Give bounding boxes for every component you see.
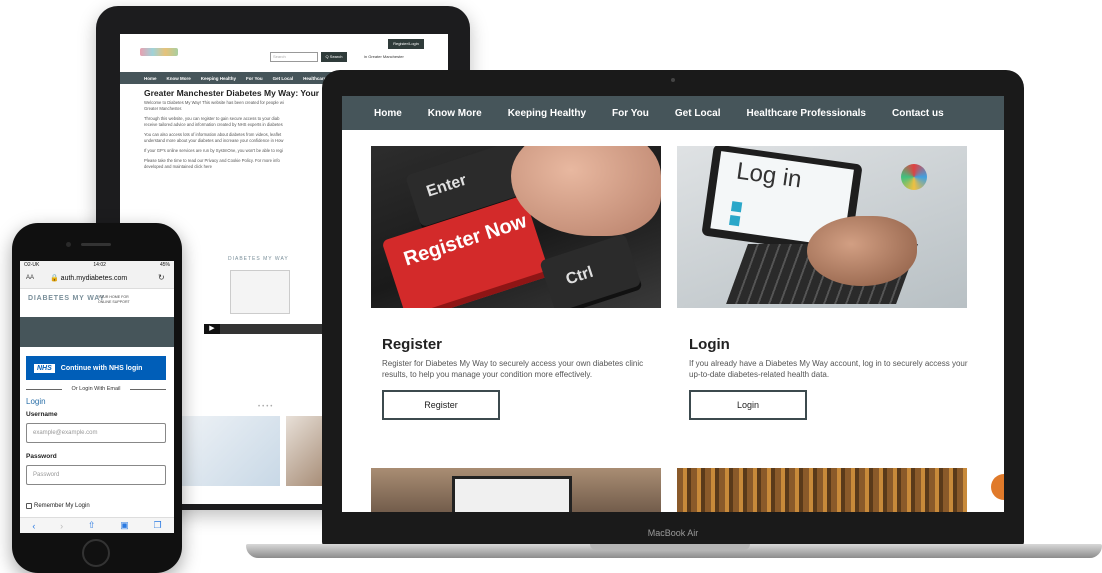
camera-icon [671, 78, 675, 82]
checkbox-icon[interactable] [26, 503, 32, 509]
share-icon[interactable]: ⇧ [88, 520, 96, 531]
lock-icon: 🔒 [50, 275, 59, 282]
remember-login-checkbox[interactable]: Remember My Login [26, 503, 90, 509]
login-link[interactable]: Login [26, 397, 46, 406]
tablet-header: Search Q Search Register/Login in Greate… [120, 34, 448, 72]
laptop-device: Home Know More Keeping Healthy For You G… [322, 70, 1024, 546]
ctrl-key: Ctrl [539, 233, 643, 308]
login-laptop-image: Log in [677, 146, 967, 308]
tablet-search-button[interactable]: Q Search [321, 52, 347, 62]
laptop-notch [590, 544, 750, 550]
user-icon [730, 201, 743, 213]
username-label: Username [26, 411, 58, 418]
finger-illustration [511, 146, 661, 236]
chat-icon[interactable] [991, 474, 1004, 500]
device-mockup-stage: Search Q Search Register/Login in Greate… [0, 0, 1102, 573]
lock-icon [729, 214, 741, 227]
reload-icon[interactable]: ↻ [158, 273, 165, 282]
hand-illustration [807, 216, 917, 286]
text-size-button[interactable]: AA [26, 275, 34, 281]
phone-screen: O2-UK 14:02 45% AA 🔒 auth.mydiabetes.com… [20, 261, 174, 533]
tablet-nav-keeping-healthy[interactable]: Keeping Healthy [201, 76, 236, 81]
phone-header-band [20, 317, 174, 347]
laptop-nav-bar: Home Know More Keeping Healthy For You G… [342, 96, 1004, 130]
play-icon[interactable]: ▶ [204, 324, 220, 334]
register-button[interactable]: Register [382, 390, 500, 420]
bookshelf-image [677, 468, 967, 512]
tablet-video-logo: DIABETES MY WAY [228, 256, 289, 262]
tablet-site-logo[interactable] [140, 48, 178, 56]
nav-keeping-healthy[interactable]: Keeping Healthy [508, 108, 586, 119]
tablet-thumbnail[interactable] [286, 416, 322, 486]
nav-contact-us[interactable]: Contact us [892, 108, 944, 119]
tablet-video-illustration [230, 270, 290, 314]
url-value: auth.mydiabetes.com [60, 275, 128, 282]
nhs-login-label: Continue with NHS login [60, 364, 143, 372]
back-icon[interactable]: ‹ [32, 521, 35, 531]
rubber-band-ball-illustration [901, 164, 927, 190]
nav-home[interactable]: Home [374, 108, 402, 119]
tabs-icon[interactable]: ❐ [154, 520, 162, 531]
nav-know-more[interactable]: Know More [428, 108, 482, 119]
browser-url-bar[interactable]: AA 🔒 auth.mydiabetes.com ↻ [20, 269, 174, 289]
laptop-brand-label: MacBook Air [647, 528, 699, 538]
tablet-nav-know-more[interactable]: Know More [167, 76, 191, 81]
register-now-keyboard-image: Enter Register Now Ctrl [371, 146, 661, 308]
battery-text: 45% [159, 262, 170, 268]
forward-icon[interactable]: › [60, 521, 63, 531]
login-screen-word: Log in [734, 157, 804, 194]
tablet-nav-for-you[interactable]: For You [246, 76, 263, 81]
tablet-page-title: Greater Manchester Diabetes My Way: Your… [144, 88, 345, 98]
phone-tagline: YOUR HOME FOR ONLINE SUPPORT [98, 295, 130, 304]
clock-text: 14:02 [93, 262, 106, 268]
tablet-nav-home[interactable]: Home [144, 76, 157, 81]
tablet-thumbnail-row [180, 416, 322, 486]
login-description: If you already have a Diabetes My Way ac… [689, 359, 968, 379]
login-heading: Login [689, 336, 730, 353]
tablet-register-login-button[interactable]: Register/Login [388, 39, 424, 49]
or-divider: Or Login With Email [26, 386, 166, 392]
laptop-screen: Home Know More Keeping Healthy For You G… [342, 96, 1004, 512]
tablet-thumbnail[interactable] [180, 416, 280, 486]
phone-site-logo[interactable]: DIABETES MY WAY [28, 295, 105, 302]
username-input[interactable]: example@example.com [26, 423, 166, 443]
nhs-logo: NHS [34, 363, 55, 373]
carrier-text: O2-UK [24, 262, 40, 268]
tablet-nav-get-local[interactable]: Get Local [273, 76, 294, 81]
nhs-login-button[interactable]: NHS Continue with NHS login [26, 356, 166, 380]
phone-device: O2-UK 14:02 45% AA 🔒 auth.mydiabetes.com… [12, 223, 182, 573]
nav-get-local[interactable]: Get Local [675, 108, 721, 119]
register-heading: Register [382, 336, 443, 353]
status-bar: O2-UK 14:02 45% [20, 261, 174, 269]
camera-icon [66, 242, 71, 247]
nav-for-you[interactable]: For You [612, 108, 649, 119]
laptop-photo-illustration [452, 476, 572, 512]
url-text[interactable]: 🔒 auth.mydiabetes.com [50, 274, 127, 282]
speaker-grille [81, 243, 111, 246]
browser-toolbar: ‹ › ⇧ ▣ ❐ [20, 517, 174, 533]
tablet-search-input[interactable]: Search [270, 52, 318, 62]
nav-healthcare-professionals[interactable]: Healthcare Professionals [746, 108, 866, 119]
remember-login-label: Remember My Login [34, 503, 90, 509]
login-button[interactable]: Login [689, 390, 807, 420]
bookmarks-icon[interactable]: ▣ [120, 520, 129, 531]
carousel-dots[interactable]: •••• [258, 404, 274, 410]
home-button[interactable] [82, 539, 110, 567]
password-label: Password [26, 453, 57, 460]
password-input[interactable]: Password [26, 465, 166, 485]
tablet-region-text: in Greater Manchester [364, 54, 404, 59]
register-description: Register for Diabetes My Way to securely… [382, 359, 644, 379]
